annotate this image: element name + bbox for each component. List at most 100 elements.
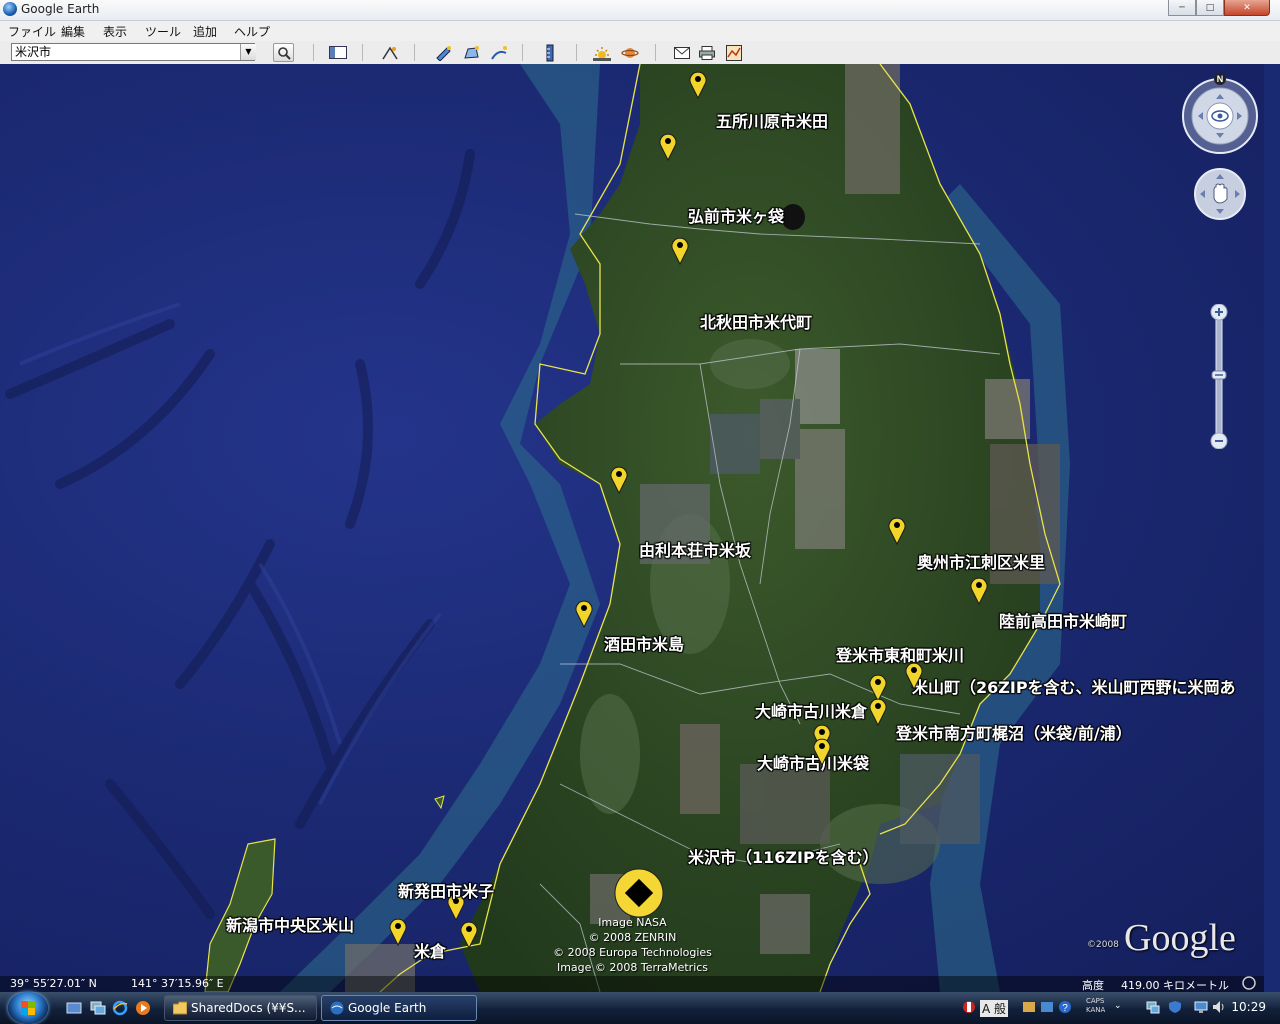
email-button[interactable] <box>672 43 692 62</box>
clock[interactable]: 10:29 <box>1231 1000 1266 1014</box>
map-view-icon <box>726 44 742 61</box>
placemark-label[interactable]: 登米市南方町梶沼（米袋/前/浦） <box>896 720 1132 744</box>
print-icon <box>699 45 715 60</box>
tour-icon <box>382 46 398 59</box>
placemark-label[interactable]: 五所川原市米田 <box>716 108 828 132</box>
search-button[interactable] <box>273 43 294 62</box>
add-placemark-button[interactable] <box>433 43 453 62</box>
ime-icon[interactable] <box>962 1000 976 1014</box>
move-control[interactable] <box>1194 168 1246 220</box>
placemark-pin-icon[interactable] <box>811 736 833 766</box>
placemark-label[interactable]: 大崎市古川米倉 <box>755 698 867 722</box>
longitude-readout: 141° 37′15.96″ E <box>131 977 224 990</box>
placemark-pin-icon[interactable] <box>573 598 595 628</box>
placemark-pin-icon[interactable] <box>608 464 630 494</box>
monitor-icon[interactable] <box>1194 1000 1208 1014</box>
placemark-pin-icon[interactable] <box>886 515 908 545</box>
menu-bar: ファイル 編集 表示 ツール 追加 ヘルプ <box>0 21 1280 41</box>
windows-icon <box>21 1001 35 1015</box>
menu-help[interactable]: ヘルプ <box>234 23 270 40</box>
add-path-button[interactable] <box>489 43 509 62</box>
placemark-label[interactable]: 米山町（26ZIPを含む、米山町西野に米岡あ <box>912 674 1236 698</box>
placemark-label[interactable]: 奥州市江刺区米里 <box>917 549 1045 573</box>
placemark-label[interactable]: 米倉 <box>414 938 446 962</box>
print-button[interactable] <box>697 43 717 62</box>
menu-file[interactable]: ファイル <box>8 23 56 40</box>
menu-tools[interactable]: ツール <box>145 23 181 40</box>
taskbar-item-google-earth[interactable]: Google Earth <box>321 995 477 1021</box>
menu-view[interactable]: 表示 <box>103 23 127 40</box>
sun-icon <box>593 46 611 61</box>
selected-placemark-icon[interactable] <box>613 867 665 919</box>
start-button[interactable] <box>8 992 48 1024</box>
zoom-slider[interactable] <box>1210 304 1228 449</box>
path-icon <box>491 45 507 60</box>
status-bar: 39° 55′27.01″ N 141° 37′15.96″ E 高度 419.… <box>0 976 1264 992</box>
search-dropdown-button[interactable]: ▼ <box>240 44 256 60</box>
placemark-pin-icon[interactable] <box>657 131 679 161</box>
placemark-label[interactable]: 由利本荘市米坂 <box>639 537 751 561</box>
taskbar-item-shareddocs[interactable]: SharedDocs (¥¥S... <box>164 995 317 1021</box>
placemark-pin-icon[interactable] <box>867 696 889 726</box>
sidebar-icon <box>329 46 347 59</box>
close-button[interactable]: ✕ <box>1224 0 1270 16</box>
switch-windows-icon[interactable] <box>90 1000 106 1016</box>
minimize-button[interactable]: ─ <box>1168 0 1196 16</box>
placemark-label[interactable]: 米沢市（116ZIPを含む） <box>688 844 879 868</box>
placemark-label[interactable]: 酒田市米島 <box>604 631 684 655</box>
google-earth-icon <box>330 1001 344 1015</box>
maximize-button[interactable]: □ <box>1196 0 1224 16</box>
ime-mode[interactable]: A 般 <box>980 1000 1009 1017</box>
google-logo: Google <box>1124 917 1236 959</box>
placemark-label[interactable]: 弘前市米ヶ袋 <box>688 203 784 227</box>
svg-text:?: ? <box>1062 1003 1068 1014</box>
placemark-label[interactable]: 新発田市米子 <box>398 878 494 902</box>
sidebar-toggle-button[interactable] <box>328 43 348 62</box>
satellite-imagery <box>5 64 1070 992</box>
placemark-pin-icon[interactable] <box>903 660 925 690</box>
view-in-maps-button[interactable] <box>724 43 744 62</box>
placemark-label[interactable]: 陸前高田市米崎町 <box>999 608 1127 632</box>
planet-icon <box>621 47 639 58</box>
latitude-readout: 39° 55′27.01″ N <box>10 977 97 990</box>
look-control[interactable]: N <box>1180 72 1260 156</box>
search-input[interactable]: 米沢市 <box>11 43 255 61</box>
google-earth-icon <box>3 2 17 16</box>
placemark-pin-icon[interactable] <box>968 575 990 605</box>
security-shield-icon[interactable] <box>1168 1000 1182 1014</box>
network-icon[interactable] <box>1146 1000 1160 1014</box>
show-desktop-icon[interactable] <box>66 1000 82 1016</box>
ime-pad-icon[interactable] <box>1022 1000 1036 1014</box>
menu-add[interactable]: 追加 <box>193 23 217 40</box>
streaming-indicator-icon <box>1242 976 1256 993</box>
placemark-icon <box>436 45 451 61</box>
sunlight-button[interactable] <box>592 43 612 62</box>
taskbar: SharedDocs (¥¥S... Google Earth A 般 ? CA… <box>0 992 1280 1024</box>
tray-expand-icon[interactable]: ⌄ <box>1114 1001 1122 1011</box>
placemark-pin-icon[interactable] <box>458 919 480 949</box>
placemark-pin-icon[interactable] <box>387 916 409 946</box>
altitude-label: 高度 <box>1082 979 1104 992</box>
volume-icon[interactable] <box>1212 1000 1226 1014</box>
toolbar: 米沢市 ▼ <box>0 41 1280 65</box>
ruler-button[interactable] <box>540 43 560 62</box>
placemark-label[interactable]: 新潟市中央区米山 <box>226 912 354 936</box>
placemark-label[interactable]: 登米市東和町米川 <box>836 642 964 666</box>
help-icon[interactable]: ? <box>1058 1000 1072 1014</box>
compass-north: N <box>1217 74 1224 84</box>
tour-button[interactable] <box>380 43 400 62</box>
placemark-pin-icon[interactable] <box>669 235 691 265</box>
menu-edit[interactable]: 編集 <box>61 23 85 40</box>
earth-view[interactable]: 五所川原市米田弘前市米ヶ袋北秋田市米代町由利本荘市米坂奥州市江刺区米里陸前高田市… <box>0 64 1264 992</box>
map-edge <box>1264 64 1280 992</box>
sky-button[interactable] <box>620 43 640 62</box>
internet-explorer-icon[interactable] <box>112 1000 128 1016</box>
placemark-pin-icon[interactable] <box>687 69 709 99</box>
ime-tool-icon[interactable] <box>1040 1000 1054 1014</box>
search-icon <box>277 46 291 60</box>
placemark-label[interactable]: 北秋田市米代町 <box>700 309 812 333</box>
media-player-icon[interactable] <box>135 1000 151 1016</box>
add-polygon-button[interactable] <box>461 43 481 62</box>
system-tray: A 般 ? CAPS KANA ⌄ 10:29 <box>958 995 1280 1021</box>
ruler-icon <box>546 44 554 61</box>
